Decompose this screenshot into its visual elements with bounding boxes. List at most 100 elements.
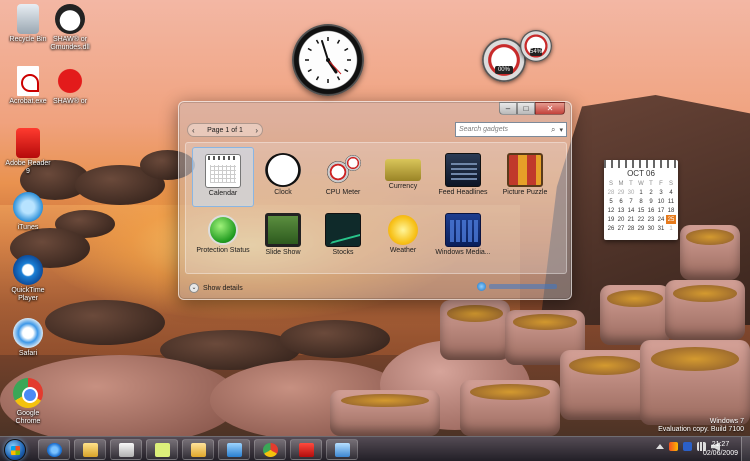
desktop-calendar-gadget[interactable]: OCT 06 S M T W T F S 28 29 30 1 2 3 4 5 …: [604, 160, 678, 240]
search-dropdown-icon[interactable]: ▾: [559, 126, 563, 134]
calendar-day[interactable]: 27: [616, 224, 626, 233]
calendar-day[interactable]: 28: [606, 188, 616, 197]
currency-gadget-icon: [385, 159, 421, 181]
page-navigator: ‹ Page 1 of 1 ›: [187, 123, 263, 137]
calendar-day[interactable]: 24: [656, 215, 666, 224]
taskbar-sticky-notes[interactable]: [146, 439, 178, 460]
minimize-button[interactable]: –: [499, 102, 517, 115]
calendar-day[interactable]: 4: [666, 188, 676, 197]
desktop-clock-gadget[interactable]: [292, 24, 364, 96]
show-hidden-icons-icon[interactable]: [656, 444, 664, 449]
calendar-day[interactable]: 29: [616, 188, 626, 197]
calendar-day[interactable]: 29: [636, 224, 646, 233]
desktop-icon-quicktime[interactable]: QuickTime Player: [4, 255, 52, 303]
calendar-day[interactable]: 11: [666, 197, 676, 206]
calendar-day[interactable]: 20: [616, 215, 626, 224]
taskbar-chrome[interactable]: [254, 439, 286, 460]
desktop-icon-panda[interactable]: SHAW® or Gmundes.dll: [46, 4, 94, 52]
calendar-day[interactable]: 8: [636, 197, 646, 206]
gadget-item-clock[interactable]: Clock: [252, 147, 314, 207]
antivirus-icon[interactable]: [683, 442, 692, 451]
desktop-icon-label: Adobe Reader 9: [5, 160, 51, 175]
search-box[interactable]: Search gadgets ⌕ ▾: [455, 122, 567, 137]
previous-page-button[interactable]: ‹: [192, 126, 195, 135]
stocks-gadget-icon: [325, 213, 361, 247]
calendar-day[interactable]: 17: [656, 206, 666, 215]
gadget-item-slide-show[interactable]: Slide Show: [252, 207, 314, 267]
desktop-icon-acrobat-doc[interactable]: Acrobat.exe: [4, 66, 52, 106]
taskbar-media-player[interactable]: [110, 439, 142, 460]
maximize-button[interactable]: □: [517, 102, 535, 115]
calendar-day[interactable]: 16: [646, 206, 656, 215]
taskbar-pdf[interactable]: [290, 439, 322, 460]
chevron-down-icon: ⌄: [189, 283, 199, 293]
taskbar-clock[interactable]: 21:27 02/06/2009: [703, 440, 738, 458]
taskbar-explorer[interactable]: [74, 439, 106, 460]
calendar-day-today[interactable]: 25: [666, 215, 676, 224]
pdf-document-icon: [17, 66, 39, 96]
calendar-day[interactable]: 2: [646, 188, 656, 197]
gadget-label: CPU Meter: [325, 189, 361, 196]
calendar-day[interactable]: 15: [636, 206, 646, 215]
start-button[interactable]: [4, 439, 26, 461]
cpu-readout: 00%: [495, 66, 513, 75]
close-button[interactable]: ✕: [535, 102, 565, 115]
gadget-label: Stocks: [332, 249, 354, 256]
day-of-week: W: [638, 180, 644, 187]
gadget-item-weather[interactable]: Weather: [372, 207, 434, 267]
taskbar-internet-explorer[interactable]: [38, 439, 70, 460]
taskbar-display[interactable]: [326, 439, 358, 460]
gadget-item-picture-puzzle[interactable]: Picture Puzzle: [494, 147, 556, 207]
calendar-day[interactable]: 1: [636, 188, 646, 197]
calendar-day[interactable]: 7: [626, 197, 636, 206]
gadget-item-protection-status[interactable]: Protection Status: [192, 207, 254, 267]
search-icon[interactable]: ⌕: [551, 125, 555, 135]
gadget-item-feed-headlines[interactable]: Feed Headlines: [432, 147, 494, 207]
get-more-gadgets-online-link[interactable]: [477, 282, 557, 291]
desktop-icon-label: SHAW® or Gmundes.dll: [50, 36, 90, 51]
next-page-button[interactable]: ›: [255, 126, 258, 135]
action-center-flag-icon[interactable]: [669, 442, 678, 451]
gadget-item-stocks[interactable]: Stocks: [312, 207, 374, 267]
show-desktop-button[interactable]: [741, 437, 750, 461]
show-details-toggle[interactable]: ⌄ Show details: [189, 283, 243, 293]
gadget-item-currency[interactable]: Currency: [372, 147, 434, 207]
desktop-icon-splat[interactable]: SHAW® or: [46, 66, 94, 106]
taskbar-mail[interactable]: [182, 439, 214, 460]
calendar-day[interactable]: 14: [626, 206, 636, 215]
calendar-day[interactable]: 22: [636, 215, 646, 224]
search-input[interactable]: Search gadgets: [459, 126, 551, 133]
calendar-day[interactable]: 28: [626, 224, 636, 233]
gadget-item-calendar[interactable]: Calendar: [192, 147, 254, 207]
calendar-day[interactable]: 6: [616, 197, 626, 206]
calendar-day[interactable]: 31: [656, 224, 666, 233]
desktop-icon-adobe-reader[interactable]: Adobe Reader 9: [4, 128, 52, 176]
taskbar-network[interactable]: [218, 439, 250, 460]
desktop-icon-label: iTunes: [17, 224, 39, 231]
desktop-icon-itunes[interactable]: iTunes: [4, 192, 52, 232]
calendar-day[interactable]: 3: [656, 188, 666, 197]
panda-icon: [55, 4, 85, 34]
desktop-cpu-meter-gadget[interactable]: 00% 54%: [478, 30, 558, 86]
calendar-day[interactable]: 12: [606, 206, 616, 215]
calendar-day[interactable]: 26: [606, 224, 616, 233]
calendar-day[interactable]: 9: [646, 197, 656, 206]
calendar-day[interactable]: 18: [666, 206, 676, 215]
gadget-item-cpu-meter[interactable]: CPU Meter: [312, 147, 374, 207]
calendar-day[interactable]: 5: [606, 197, 616, 206]
desktop-icon-recycle-bin[interactable]: Recycle Bin: [4, 4, 52, 44]
gadget-item-windows-media[interactable]: Windows Media...: [432, 207, 494, 267]
calendar-day[interactable]: 19: [606, 215, 616, 224]
calendar-day[interactable]: 30: [626, 188, 636, 197]
calendar-day[interactable]: 30: [646, 224, 656, 233]
calendar-day[interactable]: 1: [666, 224, 676, 233]
calendar-day[interactable]: 23: [646, 215, 656, 224]
calendar-day[interactable]: 13: [616, 206, 626, 215]
calendar-day[interactable]: 21: [626, 215, 636, 224]
desktop-icon-chrome[interactable]: Google Chrome: [4, 378, 52, 426]
desktop-icon-safari[interactable]: Safari: [4, 318, 52, 358]
display-icon: [335, 443, 350, 457]
network-icon: [227, 443, 242, 457]
safari-icon: [13, 318, 43, 348]
calendar-day[interactable]: 10: [656, 197, 666, 206]
